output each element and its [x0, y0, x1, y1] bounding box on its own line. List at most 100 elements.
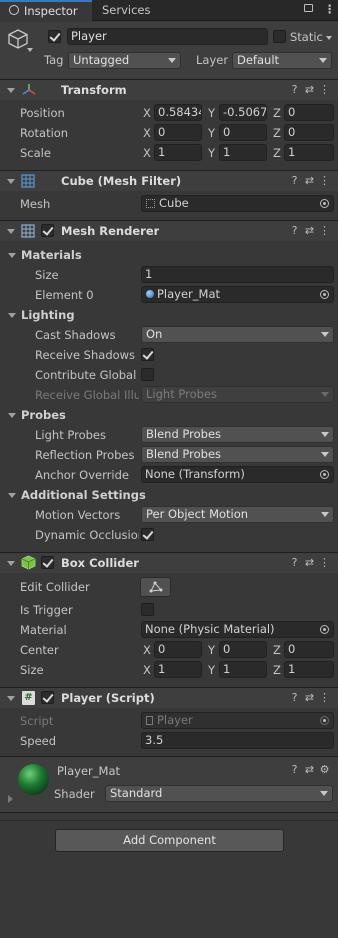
collider-material-label: Material — [20, 623, 67, 637]
mesh-filter-header[interactable]: Cube (Mesh Filter) ? ⇄ ⋮ — [0, 170, 338, 191]
reflection-probes-dropdown[interactable]: Blend Probes — [141, 446, 334, 463]
lighting-section[interactable]: Lighting — [21, 308, 75, 322]
position-z-field[interactable]: 0 — [284, 104, 334, 121]
box-collider-enabled-checkbox[interactable] — [41, 556, 54, 569]
static-checkbox[interactable] — [273, 30, 286, 43]
light-probes-dropdown[interactable]: Blend Probes — [141, 426, 334, 443]
probes-section[interactable]: Probes — [21, 408, 66, 422]
static-dropdown-arrow[interactable] — [326, 36, 332, 40]
help-icon[interactable]: ? — [287, 174, 302, 187]
mesh-renderer-foldout-icon[interactable] — [7, 229, 15, 234]
transform-foldout-icon[interactable] — [7, 88, 15, 93]
materials-section[interactable]: Materials — [21, 248, 82, 262]
is-trigger-checkbox[interactable] — [141, 603, 154, 616]
collider-size-y-label: Y — [208, 663, 216, 677]
icon-dropdown-arrow[interactable] — [27, 48, 33, 52]
receive-shadows-checkbox[interactable] — [141, 348, 154, 361]
collider-material-object-picker-icon[interactable] — [320, 625, 329, 634]
tag-label: Tag — [44, 53, 64, 67]
layer-dropdown[interactable]: Default — [232, 52, 332, 69]
motion-vectors-chevron-down-icon — [321, 512, 329, 517]
dynamic-occlusion-label: Dynamic Occlusion — [35, 528, 139, 542]
speed-field[interactable]: 3.5 — [141, 732, 334, 749]
preset-icon[interactable]: ⇄ — [302, 691, 317, 704]
preset-icon[interactable]: ⇄ — [302, 83, 317, 96]
box-collider-header-icons: ? ⇄ ⋮ — [287, 556, 332, 569]
player-script-header[interactable]: # Player (Script) ? ⇄ ⋮ — [0, 687, 338, 708]
help-icon[interactable]: ? — [287, 556, 302, 569]
center-y-label: Y — [208, 643, 216, 657]
context-menu-icon[interactable]: ⋮ — [317, 174, 332, 187]
tag-dropdown[interactable]: Untagged — [68, 52, 181, 69]
mesh-filter-icon — [21, 174, 35, 188]
edit-collider-button[interactable] — [140, 577, 171, 597]
dynamic-occlusion-checkbox[interactable] — [141, 528, 154, 541]
lock-icon[interactable] — [304, 4, 313, 12]
mesh-object-picker-icon[interactable] — [320, 199, 329, 208]
context-menu-icon[interactable]: ⋮ — [317, 556, 332, 569]
object-name-field[interactable]: Player — [67, 28, 268, 45]
help-icon[interactable]: ? — [287, 224, 302, 237]
lighting-foldout-icon[interactable] — [8, 313, 16, 318]
materials-size-field[interactable]: 1 — [141, 266, 334, 283]
preset-icon[interactable]: ⇄ — [302, 224, 317, 237]
add-component-button[interactable]: Add Component — [55, 829, 284, 852]
context-menu-icon[interactable]: ⋮ — [317, 224, 332, 237]
collider-material-object-field[interactable]: None (Physic Material) — [141, 621, 334, 638]
shader-dropdown[interactable]: Standard — [105, 785, 333, 802]
center-y-field[interactable]: 0 — [219, 641, 267, 658]
help-icon[interactable]: ? — [287, 83, 302, 96]
collider-size-y-field[interactable]: 1 — [219, 661, 267, 678]
transform-header-icons: ? ⇄ ⋮ — [287, 83, 332, 96]
preset-icon[interactable]: ⇄ — [302, 763, 317, 776]
materials-foldout-icon[interactable] — [8, 253, 16, 258]
probes-foldout-icon[interactable] — [8, 413, 16, 418]
scale-z-field[interactable]: 1 — [284, 144, 334, 161]
tab-menu-icon[interactable]: ⋮ — [324, 2, 336, 16]
material-foldout-icon[interactable] — [8, 795, 13, 803]
help-icon[interactable]: ? — [287, 691, 302, 704]
context-menu-icon[interactable]: ⋮ — [317, 83, 332, 96]
center-z-field[interactable]: 0 — [284, 641, 334, 658]
box-collider-foldout-icon[interactable] — [7, 561, 15, 566]
box-collider-header[interactable]: Box Collider ? ⇄ ⋮ — [0, 552, 338, 573]
scale-x-field[interactable]: 1 — [154, 144, 202, 161]
additional-settings-foldout-icon[interactable] — [8, 493, 16, 498]
help-icon[interactable]: ? — [287, 763, 302, 776]
collider-size-z-field[interactable]: 1 — [284, 661, 334, 678]
mesh-object-field[interactable]: Cube — [141, 195, 334, 212]
anchor-override-object-picker-icon[interactable] — [320, 470, 329, 479]
preset-icon[interactable]: ⇄ — [302, 174, 317, 187]
scale-y-field[interactable]: 1 — [219, 144, 267, 161]
player-script-enabled-checkbox[interactable] — [41, 691, 54, 704]
position-y-field[interactable]: -0.5067 — [219, 104, 267, 121]
cast-shadows-label: Cast Shadows — [35, 328, 116, 342]
context-menu-icon[interactable]: ⋮ — [317, 691, 332, 704]
active-checkbox[interactable] — [48, 30, 61, 43]
tab-inspector-label: Inspector — [24, 4, 78, 18]
element0-object-field[interactable]: Player_Mat — [141, 286, 334, 303]
element0-object-picker-icon[interactable] — [320, 290, 329, 299]
mesh-renderer-enabled-checkbox[interactable] — [41, 224, 54, 237]
material-header[interactable]: Player_Mat ? ⇄ ⚙ Shader Standard — [0, 757, 338, 812]
position-x-field[interactable]: 0.58434 — [154, 104, 202, 121]
motion-vectors-dropdown[interactable]: Per Object Motion — [141, 506, 334, 523]
box-collider-title: Box Collider — [61, 556, 139, 570]
tab-inspector[interactable]: Inspector — [0, 0, 92, 21]
preset-icon[interactable]: ⇄ — [302, 556, 317, 569]
rotation-y-field[interactable]: 0 — [219, 124, 267, 141]
rotation-x-field[interactable]: 0 — [154, 124, 202, 141]
additional-settings-section[interactable]: Additional Settings — [21, 488, 146, 502]
rotation-z-field[interactable]: 0 — [284, 124, 334, 141]
transform-header[interactable]: Transform ? ⇄ ⋮ — [0, 79, 338, 100]
mesh-filter-foldout-icon[interactable] — [7, 179, 15, 184]
center-x-field[interactable]: 0 — [154, 641, 202, 658]
contribute-gi-checkbox[interactable] — [141, 368, 154, 381]
cast-shadows-dropdown[interactable]: On — [141, 326, 334, 343]
collider-size-x-field[interactable]: 1 — [154, 661, 202, 678]
mesh-renderer-header[interactable]: Mesh Renderer ? ⇄ ⋮ — [0, 220, 338, 241]
gear-icon[interactable]: ⚙ — [317, 763, 332, 776]
tab-services[interactable]: Services — [102, 3, 151, 17]
anchor-override-object-field[interactable]: None (Transform) — [141, 466, 334, 483]
player-script-foldout-icon[interactable] — [7, 696, 15, 701]
